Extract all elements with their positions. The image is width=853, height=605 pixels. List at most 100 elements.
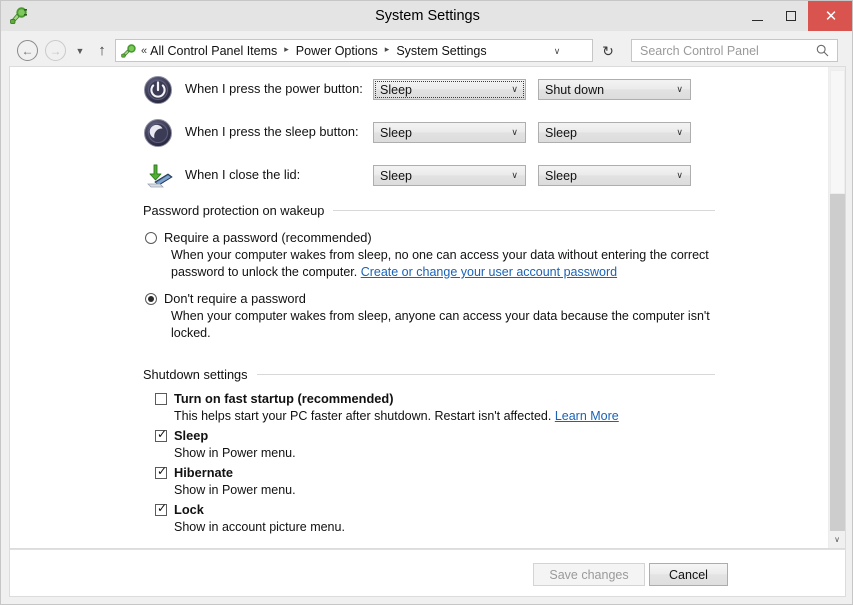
section-title: Password protection on wakeup (143, 203, 333, 218)
save-changes-button[interactable]: Save changes (533, 563, 645, 586)
up-arrow-icon: ↑ (98, 42, 106, 59)
option-description: When your computer wakes from sleep, any… (171, 308, 716, 342)
power-button-plugged-in-select[interactable]: Shut down ∨ (538, 79, 691, 100)
option-label: Turn on fast startup (recommended) (174, 391, 393, 406)
search-box[interactable]: Search Control Panel (631, 39, 838, 62)
checkbox[interactable]: ✓ (155, 504, 167, 516)
select-value: Shut down (545, 83, 676, 97)
radio-selected-dot (148, 296, 154, 302)
breadcrumb-separator-icon: ▸ (385, 44, 390, 55)
sleep-button-setting-row: When I press the sleep button: Sleep ∨ S… (10, 118, 710, 152)
password-protection-section-header: Password protection on wakeup (143, 203, 715, 218)
chevron-down-icon: ∨ (511, 85, 518, 94)
select-value: Sleep (380, 126, 511, 140)
sleep-button-on-battery-select[interactable]: Sleep ∨ (373, 122, 526, 143)
settings-scroll-area: When I press the power button: Sleep ∨ S… (10, 67, 830, 548)
address-dropdown-button[interactable]: ∨ (550, 44, 564, 58)
option-description: Show in Power menu. (174, 445, 719, 462)
recent-locations-button[interactable]: ▼ (73, 45, 87, 57)
button-label: Cancel (669, 568, 708, 582)
select-value: Sleep (545, 126, 676, 140)
back-button[interactable]: ← (17, 40, 38, 61)
chevron-down-icon: ∨ (676, 128, 683, 137)
chevron-down-icon: ∨ (834, 535, 840, 544)
scroll-down-button[interactable]: ∨ (829, 531, 845, 548)
radio-button[interactable] (145, 293, 157, 305)
address-bar[interactable]: « All Control Panel Items ▸ Power Option… (115, 39, 593, 62)
shutdown-settings-section-header: Shutdown settings (143, 367, 715, 382)
option-label: Hibernate (174, 465, 233, 480)
power-plug-icon (120, 43, 138, 59)
chevron-down-icon: ∨ (511, 128, 518, 137)
close-icon: ✕ (825, 9, 838, 24)
section-title: Shutdown settings (143, 367, 257, 382)
search-input[interactable]: Search Control Panel (640, 44, 816, 58)
navigation-bar: ← → ▼ ↑ « All Control Panel Items ▸ Powe… (1, 31, 853, 69)
power-button-on-battery-select[interactable]: Sleep ∨ (373, 79, 526, 100)
close-lid-setting-label: When I close the lid: (185, 167, 300, 182)
check-icon: ✓ (157, 428, 167, 440)
maximize-icon (786, 11, 796, 21)
minimize-button[interactable] (740, 1, 774, 31)
checkbox[interactable] (155, 393, 167, 405)
check-icon: ✓ (157, 502, 167, 514)
minimize-icon (752, 20, 763, 21)
scrollbar-track[interactable] (830, 194, 845, 531)
forward-arrow-icon: → (50, 45, 62, 57)
vertical-scrollbar[interactable]: ∧ ∨ (828, 67, 845, 548)
check-icon: ✓ (157, 465, 167, 477)
close-lid-icon (143, 161, 173, 191)
settings-content-panel: When I press the power button: Sleep ∨ S… (9, 66, 846, 549)
close-button[interactable]: ✕ (808, 1, 853, 31)
learn-more-link[interactable]: Learn More (555, 409, 619, 423)
breadcrumb-system-settings[interactable]: System Settings (396, 44, 486, 58)
option-label: Sleep (174, 428, 208, 443)
title-bar: System Settings ✕ (1, 1, 853, 32)
up-one-level-button[interactable]: ↑ (94, 42, 110, 58)
breadcrumb-all-control-panel-items[interactable]: All Control Panel Items (150, 44, 277, 58)
option-label: Don't require a password (164, 291, 306, 306)
description-text: This helps start your PC faster after sh… (174, 409, 555, 423)
radio-button[interactable] (145, 232, 157, 244)
create-change-password-link[interactable]: Create or change your user account passw… (361, 265, 617, 279)
close-lid-on-battery-select[interactable]: Sleep ∨ (373, 165, 526, 186)
section-divider (333, 210, 715, 211)
refresh-button[interactable]: ↻ (599, 42, 617, 60)
section-divider (257, 374, 715, 375)
sleep-button-icon (143, 118, 173, 148)
chevron-down-icon: ∨ (676, 85, 683, 94)
back-arrow-icon: ← (22, 45, 34, 57)
option-description: When your computer wakes from sleep, no … (171, 247, 716, 281)
forward-button[interactable]: → (45, 40, 66, 61)
cancel-button[interactable]: Cancel (649, 563, 728, 586)
scrollbar-thumb[interactable] (830, 70, 845, 194)
option-label: Require a password (recommended) (164, 230, 372, 245)
window-title: System Settings (1, 1, 853, 31)
select-value: Sleep (380, 83, 511, 97)
breadcrumb-separator-icon: ▸ (284, 44, 289, 55)
system-settings-window: System Settings ✕ ← → ▼ ↑ (0, 0, 853, 605)
dialog-footer: Save changes Cancel (9, 549, 846, 597)
close-lid-setting-row: When I close the lid: Sleep ∨ Sleep ∨ (10, 161, 710, 195)
option-description: This helps start your PC faster after sh… (174, 408, 719, 425)
refresh-icon: ↻ (602, 43, 614, 60)
power-button-setting-label: When I press the power button: (185, 81, 363, 96)
option-label: Lock (174, 502, 204, 517)
breadcrumb-power-options[interactable]: Power Options (296, 44, 378, 58)
button-label: Save changes (549, 568, 628, 582)
search-icon (816, 44, 829, 57)
chevron-down-icon: ∨ (554, 46, 561, 57)
checkbox[interactable]: ✓ (155, 467, 167, 479)
chevron-down-icon: ▼ (76, 46, 85, 56)
sleep-button-setting-label: When I press the sleep button: (185, 124, 359, 139)
close-lid-plugged-in-select[interactable]: Sleep ∨ (538, 165, 691, 186)
option-description: Show in account picture menu. (174, 519, 719, 536)
power-button-icon (143, 75, 173, 105)
window-controls: ✕ (740, 1, 853, 31)
maximize-button[interactable] (774, 1, 808, 31)
select-value: Sleep (545, 169, 676, 183)
chevron-down-icon: ∨ (511, 171, 518, 180)
checkbox[interactable]: ✓ (155, 430, 167, 442)
sleep-button-plugged-in-select[interactable]: Sleep ∨ (538, 122, 691, 143)
breadcrumb-overflow-icon[interactable]: « (141, 45, 146, 57)
